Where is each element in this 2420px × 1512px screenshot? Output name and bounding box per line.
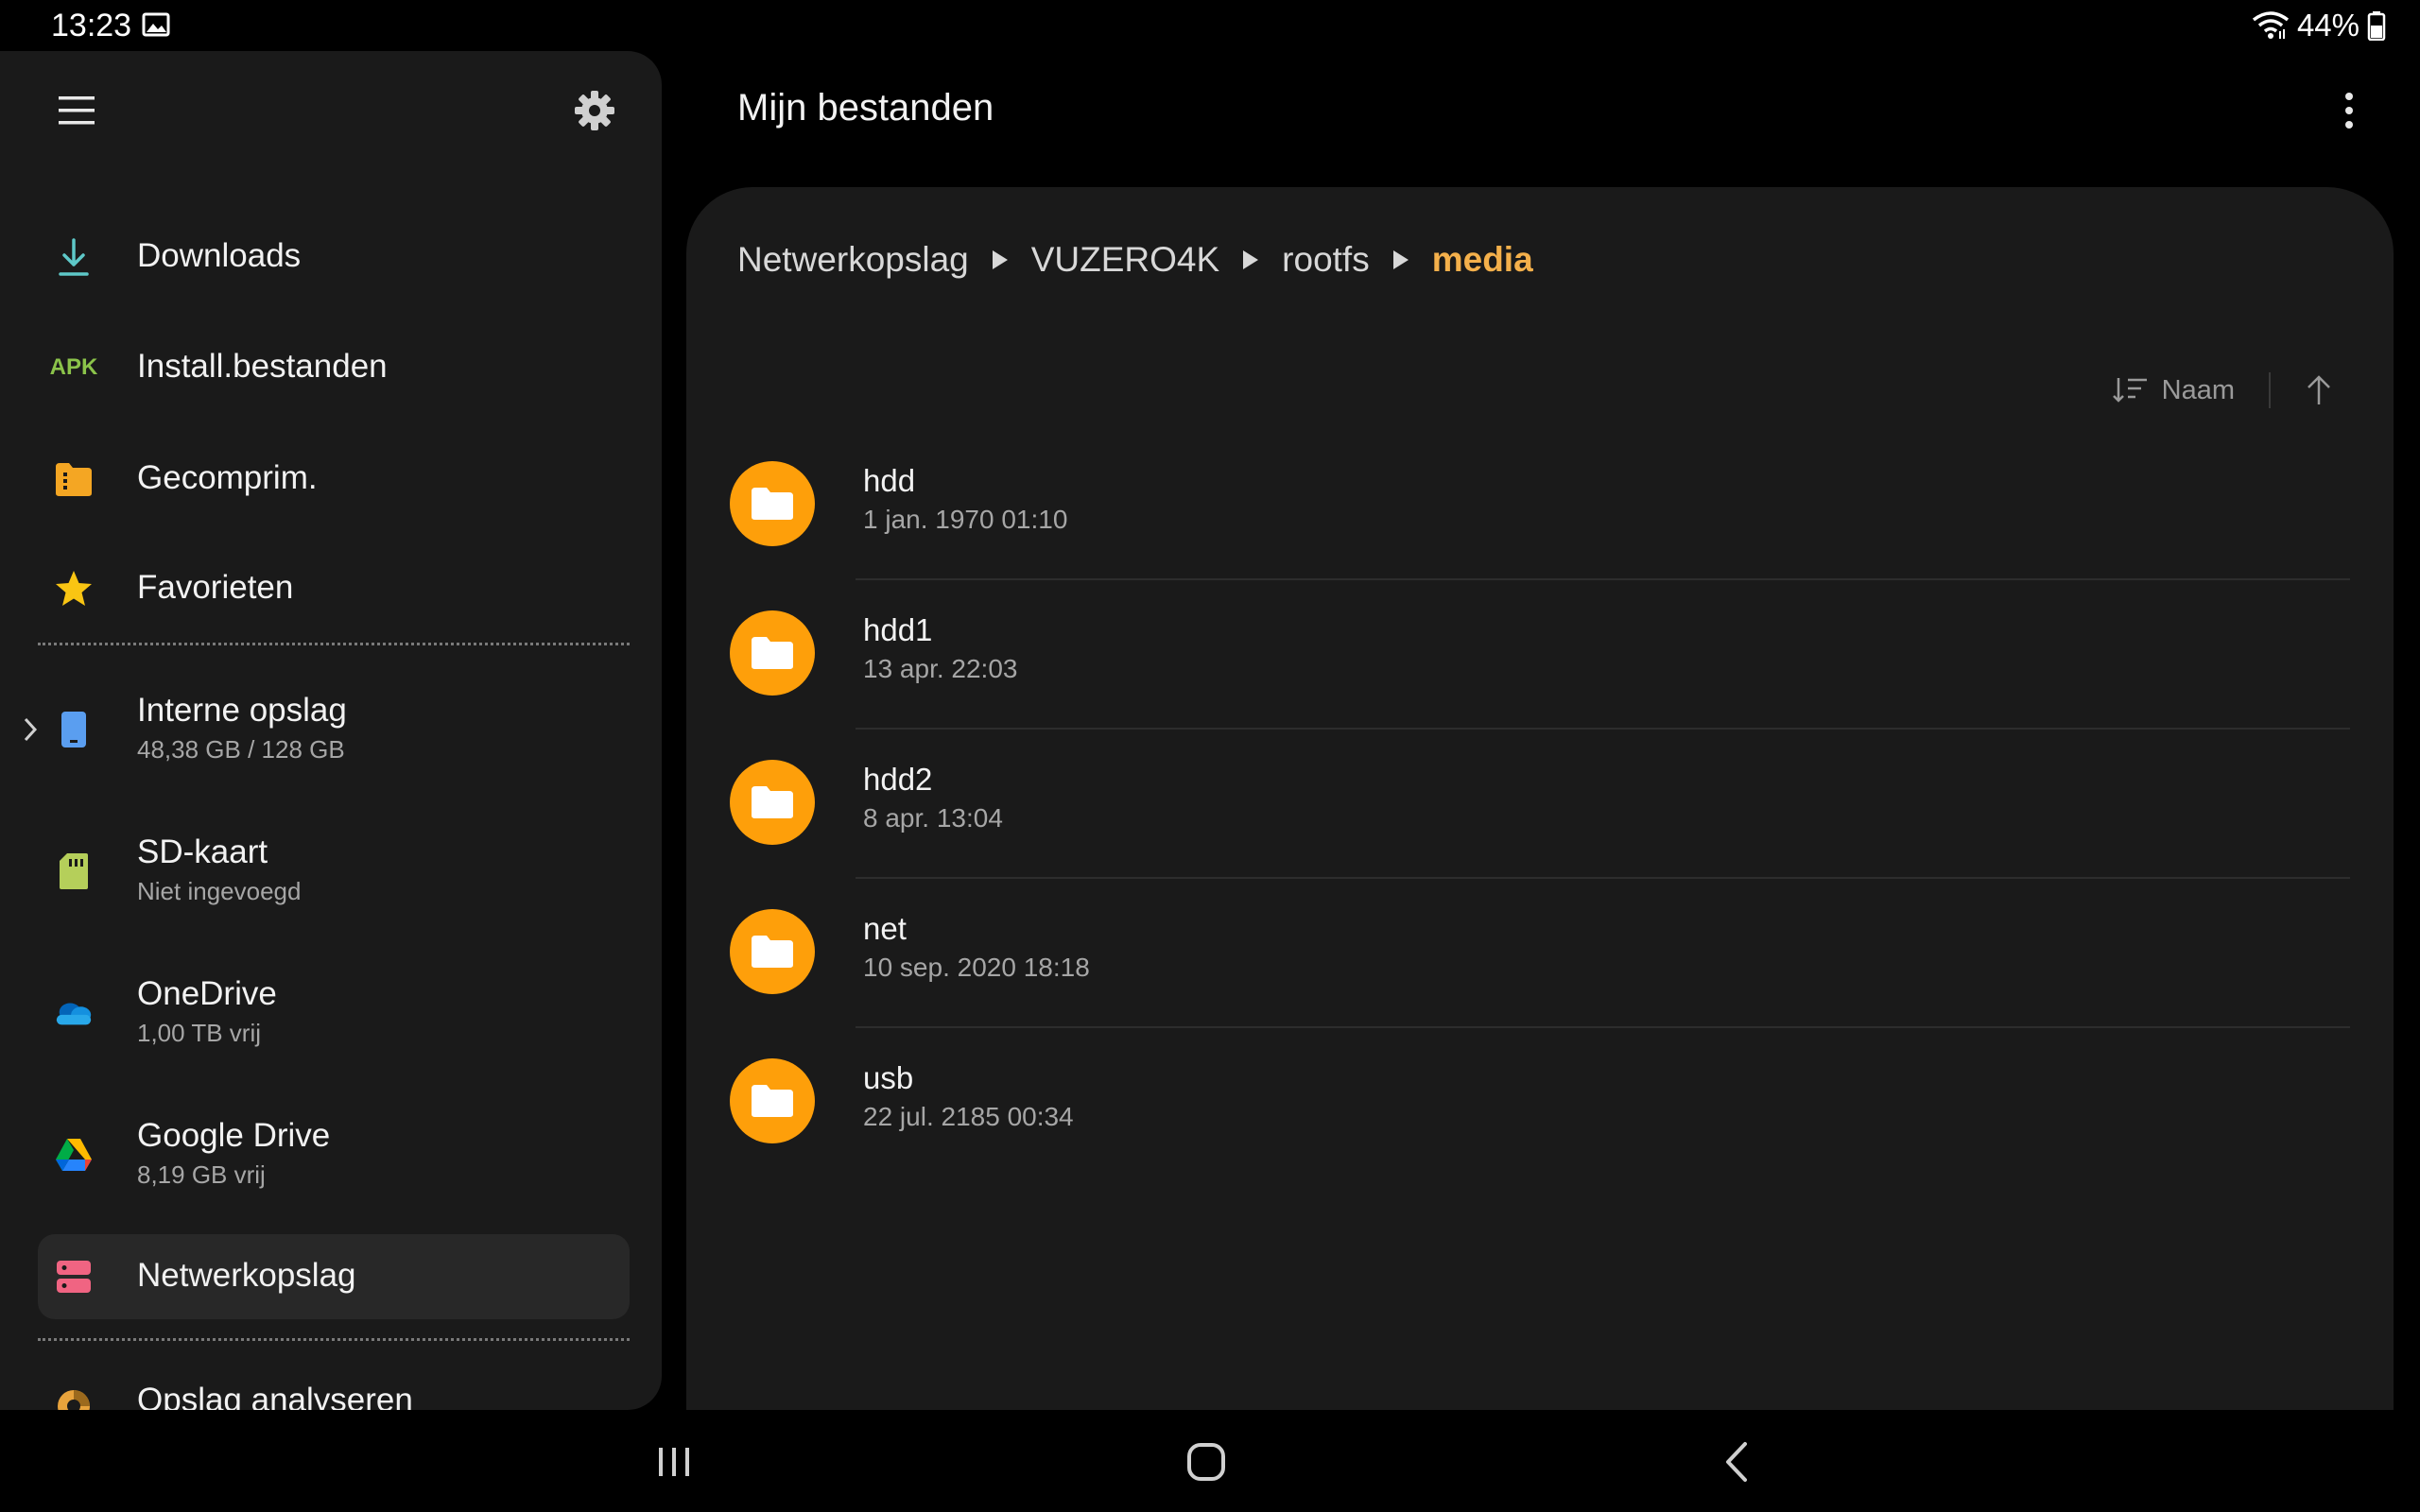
breadcrumb-item[interactable]: VUZERO4K bbox=[1031, 240, 1219, 280]
back-icon[interactable] bbox=[1709, 1438, 1766, 1486]
drawer-item-network-storage[interactable]: Netwerkopslag bbox=[38, 1234, 630, 1319]
download-icon bbox=[53, 238, 95, 276]
drawer-item-downloads[interactable]: Downloads bbox=[38, 215, 630, 300]
drawer-divider bbox=[38, 1338, 630, 1341]
drawer-item-label: Netwerkopslag bbox=[137, 1257, 356, 1294]
storage-analysis-icon bbox=[53, 1387, 95, 1410]
drawer-item-label: Gecomprim. bbox=[137, 459, 318, 496]
file-name: usb bbox=[863, 1060, 914, 1095]
onedrive-icon bbox=[53, 994, 95, 1032]
breadcrumb-item[interactable]: rootfs bbox=[1282, 240, 1370, 280]
status-right: 44% bbox=[2252, 8, 2386, 43]
hamburger-menu-icon[interactable] bbox=[59, 93, 95, 129]
drawer-item-label: Interne opslag bbox=[137, 692, 347, 729]
file-date: 22 jul. 2185 00:34 bbox=[863, 1102, 1074, 1131]
image-icon bbox=[142, 12, 170, 37]
drawer-item-label: Opslag analyseren bbox=[137, 1382, 413, 1410]
row-divider bbox=[856, 578, 2350, 580]
sort-controls: Naam bbox=[2112, 372, 2333, 408]
drawer-item-internal-storage[interactable]: Interne opslag 48,38 GB / 128 GB bbox=[24, 673, 630, 786]
file-name: hdd1 bbox=[863, 612, 933, 647]
drawer-item-label: Install.bestanden bbox=[137, 348, 388, 385]
folder-icon bbox=[730, 610, 815, 696]
file-row[interactable]: hdd2 8 apr. 13:04 bbox=[730, 760, 2350, 909]
file-date: 8 apr. 13:04 bbox=[863, 803, 1003, 833]
file-date: 13 apr. 22:03 bbox=[863, 654, 1018, 683]
status-bar: 13:23 44% bbox=[0, 0, 2420, 51]
page-title: Mijn bestanden bbox=[737, 87, 994, 129]
file-name: hdd bbox=[863, 463, 916, 498]
drawer-item-label: Favorieten bbox=[137, 569, 294, 606]
breadcrumb-separator-icon bbox=[992, 250, 1008, 269]
file-row[interactable]: hdd 1 jan. 1970 01:10 bbox=[730, 461, 2350, 610]
drawer-item-google-drive[interactable]: Google Drive 8,19 GB vrij bbox=[38, 1098, 630, 1211]
drawer-item-sub: 48,38 GB / 128 GB bbox=[137, 735, 345, 764]
breadcrumb-item[interactable]: Netwerkopslag bbox=[737, 240, 969, 280]
file-date: 1 jan. 1970 01:10 bbox=[863, 505, 1068, 534]
file-name: net bbox=[863, 911, 907, 946]
breadcrumb-separator-icon bbox=[1392, 250, 1409, 269]
breadcrumb-separator-icon bbox=[1243, 250, 1259, 269]
folder-icon bbox=[730, 909, 815, 994]
row-divider bbox=[856, 728, 2350, 730]
sort-icon[interactable] bbox=[2112, 374, 2149, 406]
home-icon[interactable] bbox=[1178, 1438, 1235, 1486]
battery-percent: 44% bbox=[2296, 8, 2360, 43]
file-row[interactable]: net 10 sep. 2020 18:18 bbox=[730, 909, 2350, 1058]
file-name: hdd2 bbox=[863, 762, 933, 797]
drawer-item-sd-card[interactable]: SD-kaart Niet ingevoegd bbox=[38, 815, 630, 928]
folder-icon bbox=[730, 461, 815, 546]
drawer-item-onedrive[interactable]: OneDrive 1,00 TB vrij bbox=[38, 956, 630, 1070]
drawer-item-label: SD-kaart bbox=[137, 833, 268, 870]
navigation-drawer: Downloads APK Install.bestanden Gecompri… bbox=[0, 51, 662, 1410]
drawer-item-storage-analysis[interactable]: Opslag analyseren bbox=[38, 1366, 630, 1410]
system-navigation-bar bbox=[0, 1410, 2420, 1512]
archive-icon bbox=[53, 460, 95, 498]
gear-icon[interactable] bbox=[573, 89, 616, 132]
breadcrumb-current: media bbox=[1431, 240, 1533, 279]
apk-icon: APK bbox=[49, 349, 98, 387]
sort-separator bbox=[2269, 372, 2271, 408]
sort-label[interactable]: Naam bbox=[2162, 375, 2235, 406]
file-row[interactable]: hdd1 13 apr. 22:03 bbox=[730, 610, 2350, 760]
file-row[interactable]: usb 22 jul. 2185 00:34 bbox=[730, 1058, 2350, 1208]
drawer-item-favorites[interactable]: Favorieten bbox=[38, 546, 630, 631]
status-time: 13:23 bbox=[51, 8, 132, 43]
wifi-icon bbox=[2252, 11, 2290, 39]
drawer-divider bbox=[38, 643, 630, 645]
drawer-item-sub: Niet ingevoegd bbox=[137, 877, 302, 905]
file-browser-panel: Netwerkopslag VUZERO4K rootfs media Naam… bbox=[686, 187, 2394, 1425]
google-drive-icon bbox=[53, 1136, 95, 1174]
star-icon bbox=[53, 570, 95, 608]
sd-card-icon bbox=[53, 852, 95, 890]
folder-icon bbox=[730, 1058, 815, 1143]
breadcrumb: Netwerkopslag VUZERO4K rootfs media bbox=[737, 240, 1533, 280]
drawer-item-sub: 1,00 TB vrij bbox=[137, 1019, 262, 1047]
row-divider bbox=[856, 877, 2350, 879]
more-options-icon[interactable] bbox=[2335, 87, 2363, 134]
drawer-item-apk[interactable]: APK Install.bestanden bbox=[38, 325, 630, 410]
chevron-right-icon[interactable] bbox=[21, 715, 40, 744]
drawer-item-compressed[interactable]: Gecomprim. bbox=[38, 437, 630, 522]
arrow-up-icon[interactable] bbox=[2305, 374, 2333, 406]
network-storage-icon bbox=[53, 1258, 95, 1296]
battery-icon bbox=[2367, 11, 2386, 41]
row-divider bbox=[856, 1026, 2350, 1028]
drawer-item-label: Downloads bbox=[137, 237, 302, 274]
phone-icon bbox=[53, 711, 95, 748]
recent-apps-icon[interactable] bbox=[646, 1438, 702, 1486]
drawer-item-sub: 8,19 GB vrij bbox=[137, 1160, 266, 1189]
drawer-item-label: Google Drive bbox=[137, 1117, 331, 1154]
drawer-item-label: OneDrive bbox=[137, 975, 277, 1012]
folder-icon bbox=[730, 760, 815, 845]
apk-icon-text: APK bbox=[49, 354, 98, 380]
file-date: 10 sep. 2020 18:18 bbox=[863, 953, 1090, 982]
